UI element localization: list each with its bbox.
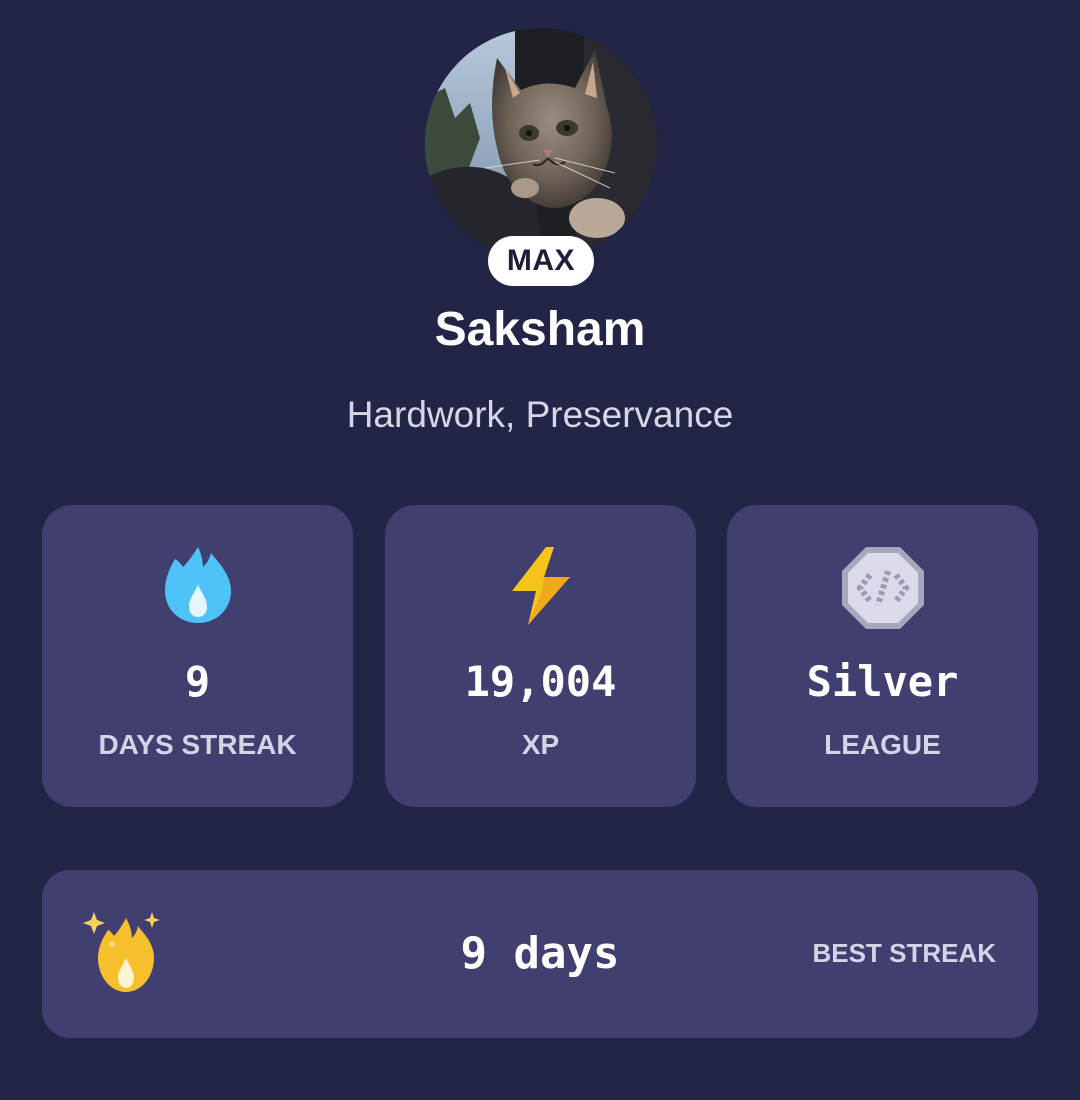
league-value: Silver [806, 657, 959, 706]
stat-card-league[interactable]: Silver LEAGUE [727, 505, 1038, 807]
user-name: Saksham [434, 303, 646, 356]
xp-label: XP [521, 729, 560, 760]
user-bio: Hardwork, Preservance [346, 394, 734, 435]
stat-card-streak[interactable]: 9 DAYS STREAK [42, 505, 353, 807]
best-streak-label: BEST STREAK [812, 938, 996, 968]
avatar-image [425, 28, 657, 260]
plan-badge: MAX [488, 236, 594, 286]
best-streak-card[interactable]: 9 days BEST STREAK [42, 870, 1038, 1038]
avatar[interactable] [425, 28, 657, 260]
lightning-bolt-icon [511, 547, 570, 625]
flame-icon [164, 547, 231, 623]
xp-value: 19,004 [464, 657, 617, 706]
stat-card-xp[interactable]: 19,004 XP [385, 505, 696, 807]
league-label: LEAGUE [824, 729, 941, 760]
streak-value: 9 [184, 657, 211, 706]
streak-label: DAYS STREAK [98, 729, 297, 760]
silver-league-badge-icon [841, 547, 924, 629]
